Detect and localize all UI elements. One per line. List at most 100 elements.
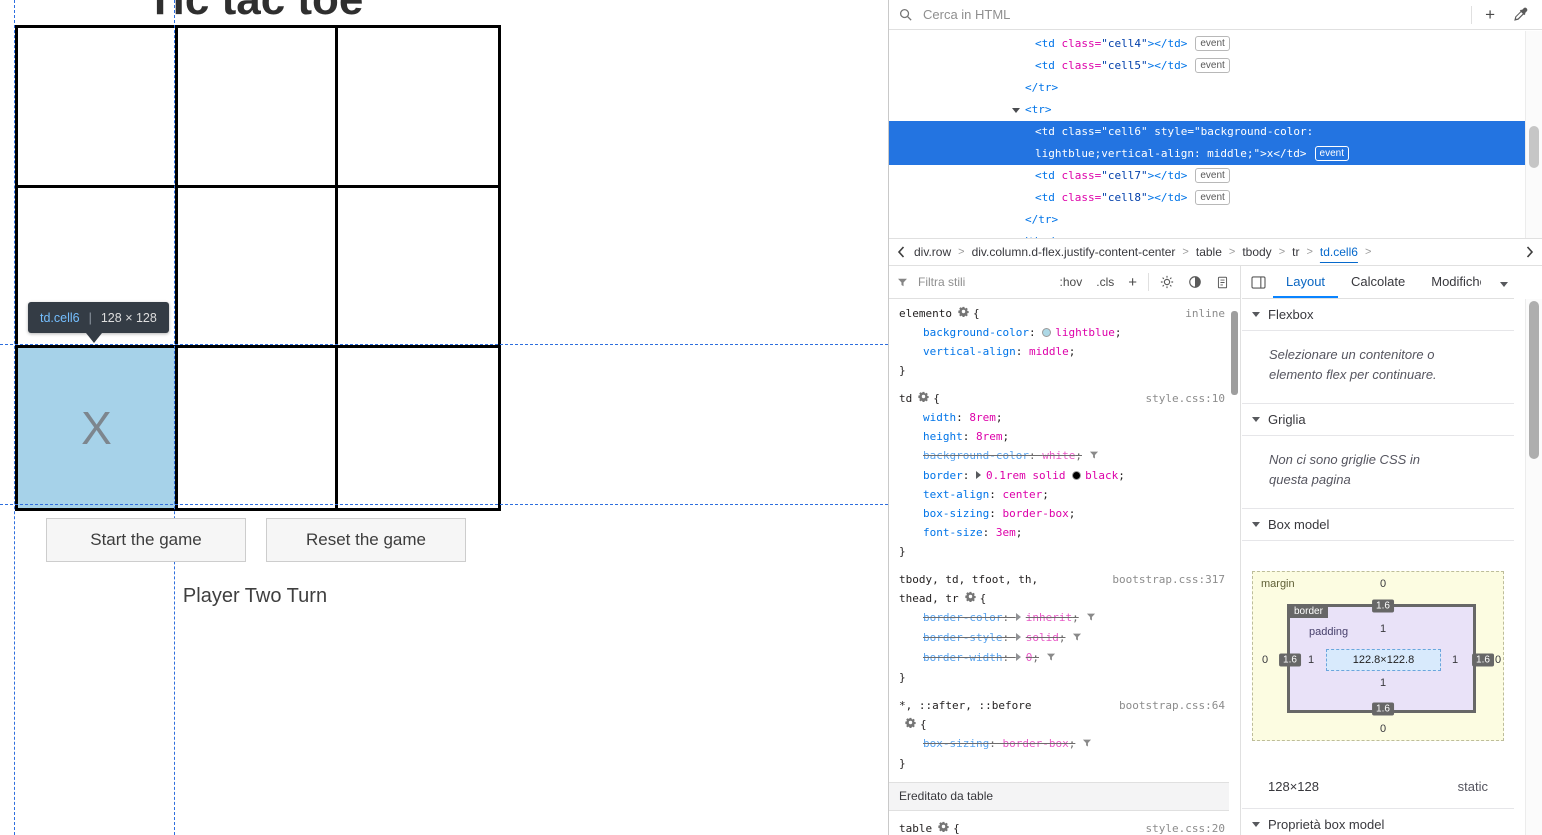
reset-game-button[interactable]: Reset the game	[266, 518, 466, 562]
breadcrumb-back-icon[interactable]	[895, 246, 907, 258]
markup-line[interactable]: <td class="cell8"></td>event	[889, 187, 1526, 209]
overridden-filter-icon[interactable]	[1082, 738, 1092, 751]
css-declaration[interactable]: border-color: inherit;	[899, 608, 1229, 628]
create-node-button[interactable]: +	[1480, 4, 1500, 25]
breadcrumb-item[interactable]: div.row	[914, 245, 951, 259]
rules-scrollbar-thumb[interactable]	[1231, 311, 1238, 395]
breadcrumb-item[interactable]: div.column.d-flex.justify-content-center	[972, 245, 1176, 259]
board-cell[interactable]	[178, 28, 338, 188]
boxmodel-content-region[interactable]: 122.8×122.8	[1326, 649, 1441, 671]
twisty-icon[interactable]	[1252, 822, 1260, 827]
css-declaration[interactable]: vertical-align: middle;	[899, 342, 1229, 361]
markup-line[interactable]: <td class="cell5"></td>event	[889, 55, 1526, 77]
board-cell[interactable]	[338, 28, 498, 188]
padding-left-value[interactable]: 1	[1308, 654, 1314, 666]
dark-scheme-icon[interactable]	[1185, 273, 1205, 291]
margin-bottom-value[interactable]: 0	[1380, 723, 1386, 735]
pseudo-class-toggle[interactable]: :hov	[1057, 273, 1086, 291]
css-declaration[interactable]: text-align: center;	[899, 485, 1229, 504]
event-badge[interactable]: event	[1195, 190, 1229, 205]
stylesheet-source-link[interactable]: bootstrap.css:317	[1112, 570, 1225, 589]
markup-line[interactable]: <td class="cell6" style="background-colo…	[889, 121, 1526, 165]
breadcrumb-item[interactable]: tbody	[1242, 245, 1271, 259]
filter-styles-input[interactable]	[916, 274, 1049, 290]
stylesheet-source-link[interactable]: style.css:20	[1146, 819, 1225, 835]
overridden-filter-icon[interactable]	[1089, 450, 1099, 463]
color-swatch[interactable]	[1072, 471, 1081, 480]
overridden-filter-icon[interactable]	[1086, 612, 1096, 625]
expand-shorthand-icon[interactable]	[1016, 653, 1021, 661]
event-badge[interactable]: event	[1195, 36, 1229, 51]
expand-arrow-icon[interactable]	[1012, 108, 1020, 113]
border-bottom-value[interactable]: 1.6	[1372, 703, 1394, 716]
margin-top-value[interactable]: 0	[1380, 578, 1386, 590]
twisty-icon[interactable]	[1252, 417, 1260, 422]
markup-scrollbar-thumb[interactable]	[1529, 126, 1539, 168]
expand-shorthand-icon[interactable]	[1016, 633, 1021, 641]
rule-selector-line[interactable]: table{style.css:20	[899, 819, 1229, 835]
board-cell[interactable]	[18, 28, 178, 188]
event-badge[interactable]: event	[1195, 168, 1229, 183]
event-badge[interactable]: event	[1315, 146, 1349, 161]
print-simulation-icon[interactable]	[1213, 274, 1232, 291]
breadcrumb-item[interactable]: table	[1196, 245, 1222, 259]
start-game-button[interactable]: Start the game	[46, 518, 246, 562]
markup-line[interactable]: <td class="cell4"></td>event	[889, 33, 1526, 55]
expand-shorthand-icon[interactable]	[976, 471, 981, 479]
sidebar-toggle-icon[interactable]	[1251, 276, 1266, 289]
padding-right-value[interactable]: 1	[1452, 654, 1458, 666]
layout-scrollbar-thumb[interactable]	[1529, 301, 1539, 459]
twisty-icon[interactable]	[1252, 522, 1260, 527]
light-scheme-icon[interactable]	[1157, 273, 1177, 291]
board-cell[interactable]: X	[18, 348, 178, 508]
css-declaration[interactable]: height: 8rem;	[899, 427, 1229, 446]
rule-selector-line[interactable]: tbody, td, tfoot, th,bootstrap.css:317	[899, 570, 1229, 589]
rule-selector-line[interactable]: td{style.css:10	[899, 389, 1229, 408]
padding-top-value[interactable]: 1	[1380, 623, 1386, 635]
markup-line[interactable]: </tr>	[889, 77, 1526, 99]
css-declaration[interactable]: background-color: lightblue;	[899, 323, 1229, 342]
css-declaration[interactable]: width: 8rem;	[899, 408, 1229, 427]
rule-gear-icon[interactable]	[905, 718, 916, 731]
css-declaration[interactable]: border-width: 0;	[899, 648, 1229, 668]
rule-selector-line[interactable]: thead, tr{	[899, 589, 1229, 608]
expand-shorthand-icon[interactable]	[1016, 613, 1021, 621]
overridden-filter-icon[interactable]	[1046, 652, 1056, 665]
border-top-value[interactable]: 1.6	[1372, 600, 1394, 613]
css-declaration[interactable]: border-style: solid;	[899, 628, 1229, 648]
tab-calcolate[interactable]: Calcolate	[1338, 266, 1418, 298]
rule-gear-icon[interactable]	[938, 822, 949, 835]
twisty-icon[interactable]	[1252, 312, 1260, 317]
border-right-value[interactable]: 1.6	[1472, 654, 1494, 667]
css-declaration[interactable]: font-size: 3em;	[899, 523, 1229, 542]
markup-line[interactable]: <td class="cell7"></td>event	[889, 165, 1526, 187]
eyedropper-icon[interactable]	[1508, 5, 1533, 24]
all-tabs-chevron-icon[interactable]	[1500, 275, 1512, 290]
rule-selector-line[interactable]: *, ::after, ::beforebootstrap.css:64	[899, 696, 1229, 715]
flexbox-section-header[interactable]: Flexbox	[1242, 299, 1514, 331]
stylesheet-source-link[interactable]: bootstrap.css:64	[1119, 696, 1225, 715]
board-cell[interactable]	[178, 188, 338, 348]
stylesheet-source-link[interactable]: style.css:10	[1146, 389, 1225, 408]
rule-gear-icon[interactable]	[958, 307, 969, 320]
breadcrumb-item[interactable]: td.cell6	[1320, 245, 1358, 259]
breadcrumb-forward-icon[interactable]	[1524, 246, 1536, 258]
markup-line[interactable]: <tr>	[889, 99, 1526, 121]
event-badge[interactable]: event	[1195, 58, 1229, 73]
rule-selector-line[interactable]: elemento{inline	[899, 304, 1229, 323]
css-declaration[interactable]: background-color: white;	[899, 446, 1229, 466]
grid-section-header[interactable]: Griglia	[1242, 404, 1514, 436]
css-declaration[interactable]: border: 0.1rem solid black;	[899, 466, 1229, 485]
boxmodel-section-header[interactable]: Box model	[1242, 509, 1514, 541]
overridden-filter-icon[interactable]	[1072, 632, 1082, 645]
margin-right-value[interactable]: 0	[1495, 654, 1501, 666]
color-swatch[interactable]	[1042, 328, 1051, 337]
border-left-value[interactable]: 1.6	[1279, 654, 1301, 667]
margin-left-value[interactable]: 0	[1262, 654, 1268, 666]
markup-line[interactable]: </tr>	[889, 209, 1526, 231]
rule-selector-line[interactable]: {	[899, 715, 1229, 734]
breadcrumb-item[interactable]: tr	[1292, 245, 1299, 259]
css-declaration[interactable]: box-sizing: border-box;	[899, 734, 1229, 754]
markup-line[interactable]: </tbody>	[889, 231, 1526, 238]
board-cell[interactable]	[338, 188, 498, 348]
